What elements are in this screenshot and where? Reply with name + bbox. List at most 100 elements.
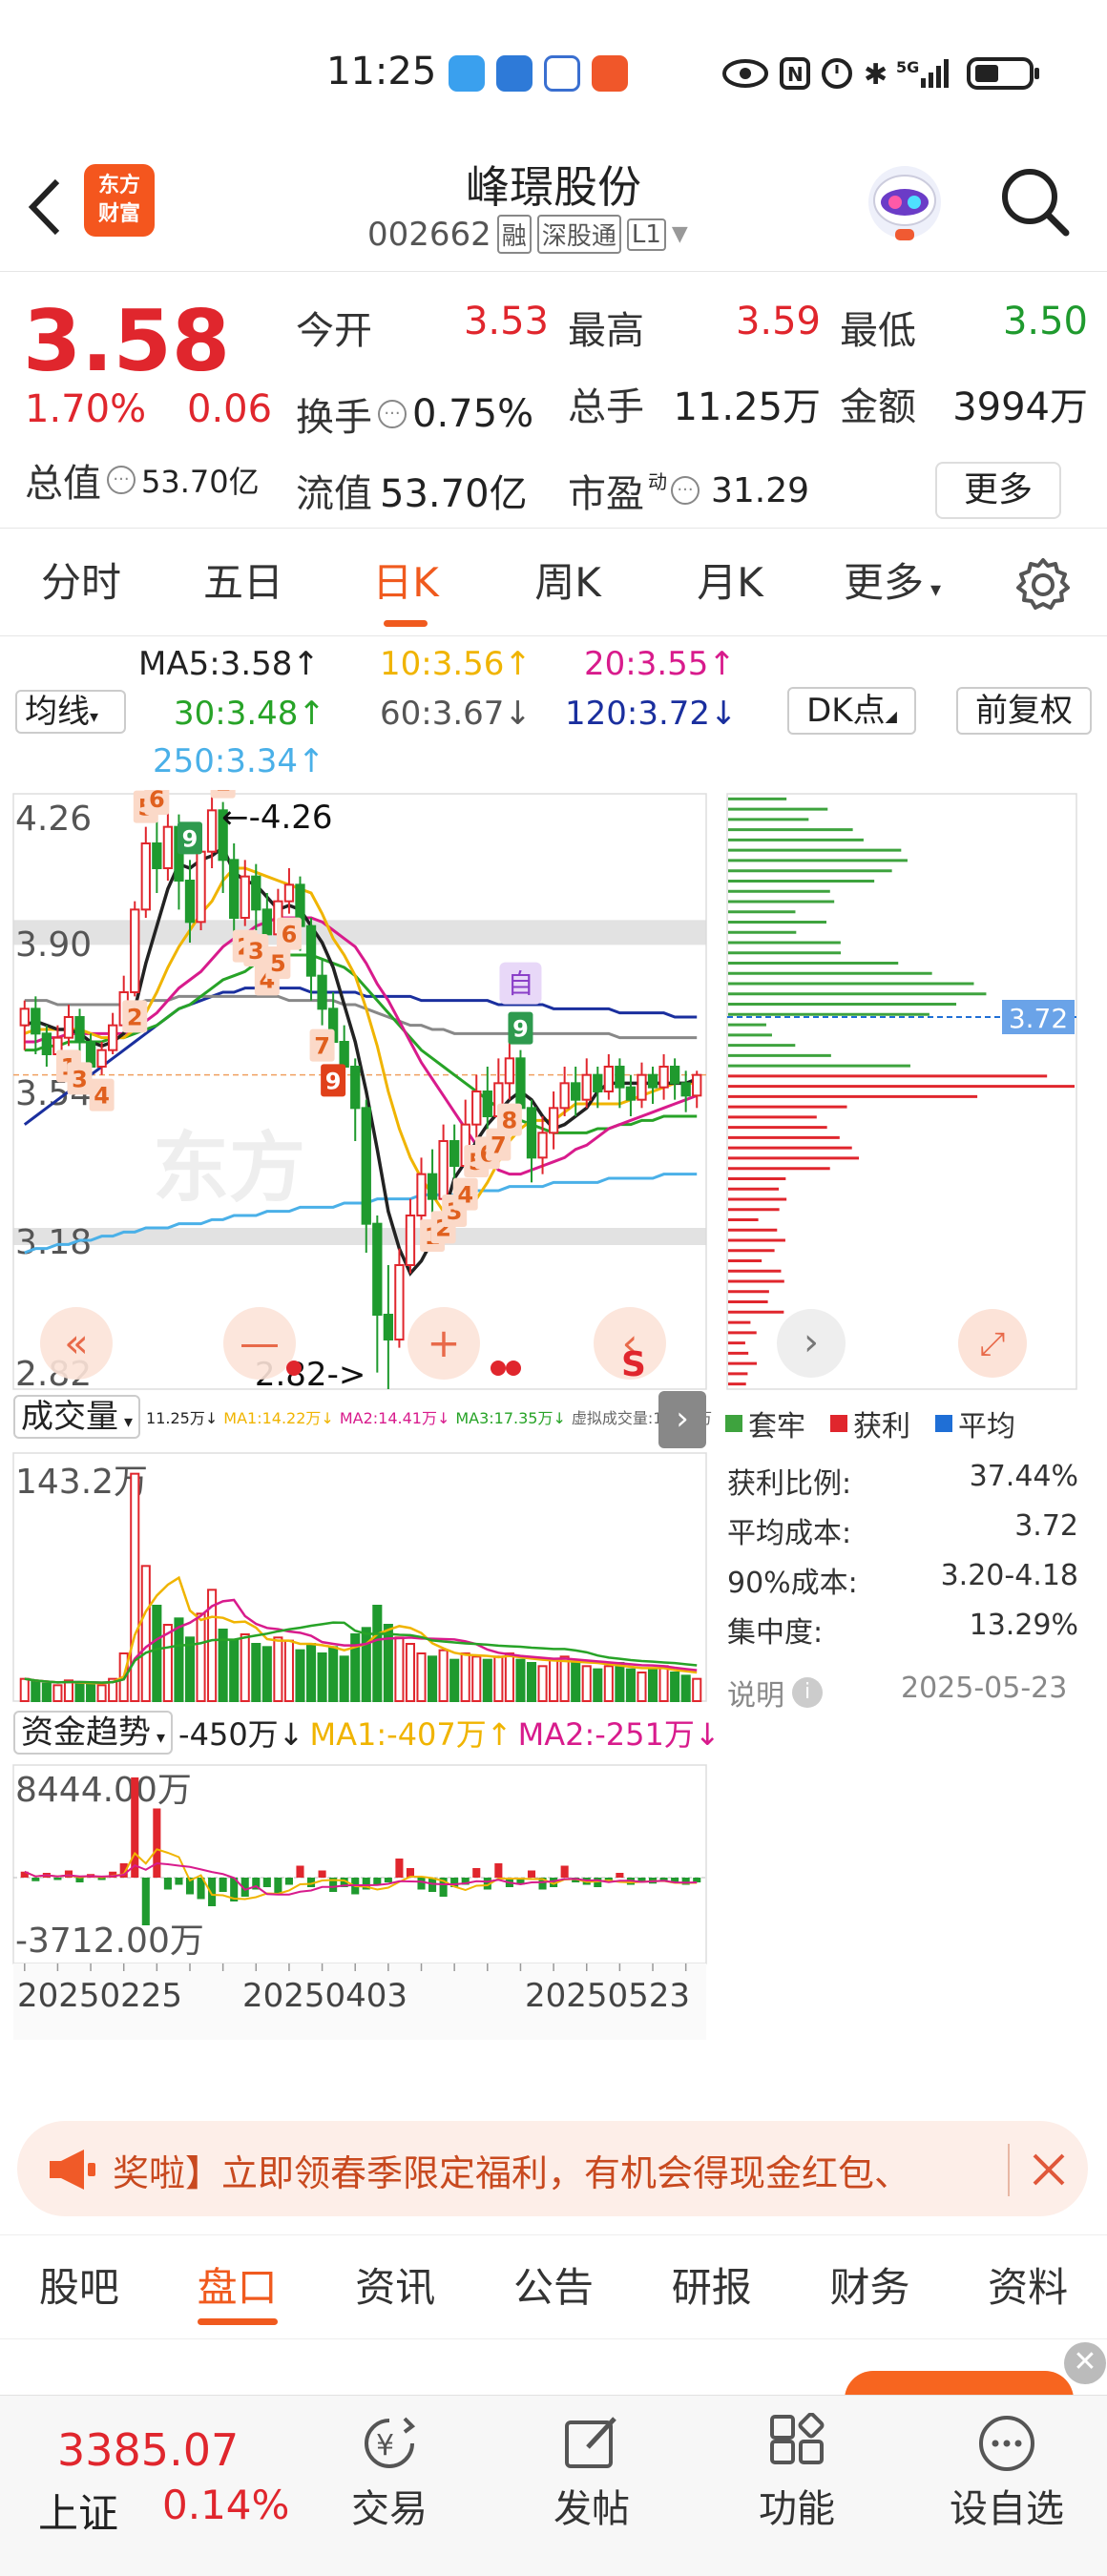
tab-period-0[interactable]: 分时 bbox=[0, 530, 162, 636]
dk-label: DK点 bbox=[806, 692, 886, 730]
candle-body bbox=[658, 1066, 669, 1089]
total-cap-value: 53.70亿 bbox=[141, 464, 260, 500]
search-icon[interactable] bbox=[997, 164, 1074, 240]
dk-point-button[interactable]: DK点◢ bbox=[787, 687, 916, 735]
volume-bar bbox=[96, 1684, 107, 1702]
more-dots-icon bbox=[979, 2416, 1034, 2471]
tab-section-3[interactable]: 公告 bbox=[474, 2235, 633, 2338]
candle-body bbox=[229, 859, 240, 920]
content-peek bbox=[0, 2342, 1107, 2399]
pe-sup: 动 bbox=[648, 470, 667, 493]
volume-bar bbox=[361, 1627, 371, 1702]
nav-add-watchlist[interactable]: 设自选 bbox=[930, 2413, 1083, 2533]
y-tick-label: 3.18 bbox=[15, 1223, 92, 1262]
tab-section-6[interactable]: 资料 bbox=[949, 2235, 1107, 2338]
tab-section-4[interactable]: 研报 bbox=[633, 2235, 791, 2338]
signal-number: 4 bbox=[94, 1083, 110, 1110]
pe-ratio[interactable]: 市盈动 ··· 31.29 bbox=[568, 463, 935, 518]
candle-body bbox=[593, 1073, 603, 1092]
settings-gear-icon[interactable] bbox=[1014, 556, 1072, 613]
candle-body bbox=[625, 1086, 637, 1101]
app-logo[interactable]: 东方 财富 bbox=[84, 164, 155, 237]
ma5-label: MA5:3.58↑ bbox=[138, 645, 320, 683]
volume-bar bbox=[339, 1655, 349, 1702]
turnover[interactable]: 换手 ··· 0.75% bbox=[296, 376, 568, 452]
volume-bar bbox=[405, 1643, 416, 1702]
back-arrow-icon[interactable] bbox=[21, 174, 67, 240]
megaphone-icon bbox=[50, 2150, 95, 2190]
promo-banner[interactable]: 奖啦】立即领春季限定福利，有机会得现金红包、 bbox=[17, 2121, 1088, 2216]
candlestick-chart[interactable]: 东方4.263.903.543.182.82134256912345679123… bbox=[0, 790, 1107, 2107]
chip-date: 2025-05-23 bbox=[901, 1672, 1068, 1705]
tab-period-1[interactable]: 五日 bbox=[162, 530, 324, 636]
chevron-down-icon: ▼ bbox=[671, 222, 688, 246]
fund-bar bbox=[318, 1870, 326, 1878]
volume-bar bbox=[603, 1665, 614, 1702]
nav-post[interactable]: 发帖 bbox=[534, 2413, 649, 2533]
index-quote[interactable]: 3385.07 上证 0.14% bbox=[38, 2424, 324, 2558]
nav-functions[interactable]: 功能 bbox=[740, 2412, 854, 2533]
ma-selector[interactable]: 均线▾ bbox=[15, 690, 126, 734]
volume-bar bbox=[571, 1662, 581, 1702]
total-cap[interactable]: 总值 ··· 53.70亿 bbox=[25, 452, 260, 508]
fund-bar bbox=[417, 1878, 426, 1890]
candle-body bbox=[647, 1073, 658, 1089]
volume-bar bbox=[670, 1672, 680, 1702]
stock-code-row[interactable]: 002662 融 深股通 L1 ▼ bbox=[367, 215, 688, 254]
fund-bar bbox=[472, 1868, 481, 1878]
y-tick-label: 4.26 bbox=[15, 800, 92, 839]
candle-body bbox=[251, 875, 261, 911]
expand-panel-button[interactable]: › bbox=[658, 1391, 706, 1448]
volume-indicator-bar: 成交量 ▾ 11.25万↓ MA1:14.22万↓ MA2:14.41万↓ MA3… bbox=[13, 1395, 712, 1439]
tab-period-3[interactable]: 周K bbox=[487, 530, 649, 636]
volume-ma1: MA1:14.22万↓ bbox=[223, 1409, 334, 1427]
more-button[interactable]: 更多 bbox=[935, 462, 1061, 519]
volume-bar bbox=[615, 1662, 625, 1702]
stock-code: 002662 bbox=[367, 215, 491, 254]
tab-section-5[interactable]: 财务 bbox=[791, 2235, 950, 2338]
candle-body bbox=[537, 1132, 548, 1159]
volume-bar bbox=[240, 1633, 250, 1702]
volume-ma2: MA2:14.41万↓ bbox=[339, 1409, 450, 1427]
candle-body bbox=[394, 1264, 405, 1340]
tab-section-0[interactable]: 股吧 bbox=[0, 2235, 158, 2338]
volume-bar bbox=[680, 1674, 691, 1702]
volume-bar bbox=[637, 1672, 647, 1702]
volume-bar bbox=[416, 1652, 427, 1702]
volume-bar bbox=[174, 1617, 184, 1702]
candle-body bbox=[305, 924, 317, 977]
info-icon: ··· bbox=[671, 476, 700, 505]
volume-bar bbox=[86, 1682, 96, 1703]
tab-period-5[interactable]: 更多 ▾ bbox=[811, 530, 973, 636]
signal-number: 6 bbox=[282, 922, 298, 948]
adjust-button[interactable]: 前复权 bbox=[956, 687, 1092, 735]
volume-max-label: 143.2万 bbox=[15, 1463, 148, 1502]
close-icon[interactable] bbox=[1031, 2151, 1067, 2188]
volume-selector[interactable]: 成交量 ▾ bbox=[13, 1395, 141, 1439]
nav-functions-label: 功能 bbox=[759, 2487, 835, 2531]
tab-section-1[interactable]: 盘口 bbox=[158, 2235, 317, 2338]
fund-selector[interactable]: 资金趋势 ▾ bbox=[13, 1711, 174, 1755]
candle-body bbox=[361, 1107, 371, 1225]
tab-section-2[interactable]: 资讯 bbox=[316, 2235, 474, 2338]
grid-apps-icon bbox=[770, 2412, 825, 2464]
candle-body bbox=[184, 880, 196, 924]
nav-trade[interactable]: ¥ 交易 bbox=[332, 2413, 447, 2533]
app-notification-icon bbox=[449, 55, 485, 92]
chip-legend-item: 套牢 bbox=[725, 1402, 805, 1444]
fund-bar bbox=[284, 1878, 293, 1885]
signal-number: 9 bbox=[182, 825, 198, 852]
chip-note[interactable]: 说明 i bbox=[727, 1672, 823, 1714]
chip-stat-value: 37.44% bbox=[969, 1460, 1078, 1493]
candle-body bbox=[438, 1140, 449, 1200]
robot-assistant-icon[interactable] bbox=[859, 158, 950, 250]
tab-period-2[interactable]: 日K bbox=[324, 530, 487, 636]
open-price: 今开 3.53 bbox=[296, 300, 568, 376]
volume-bar bbox=[273, 1636, 283, 1702]
signal-number: 3 bbox=[72, 1066, 88, 1092]
legend-label: 平均 bbox=[958, 1410, 1015, 1444]
marker-dot bbox=[286, 1361, 302, 1376]
volume-bar bbox=[504, 1652, 514, 1702]
close-icon[interactable]: ✕ bbox=[1064, 2342, 1106, 2384]
tab-period-4[interactable]: 月K bbox=[649, 530, 811, 636]
